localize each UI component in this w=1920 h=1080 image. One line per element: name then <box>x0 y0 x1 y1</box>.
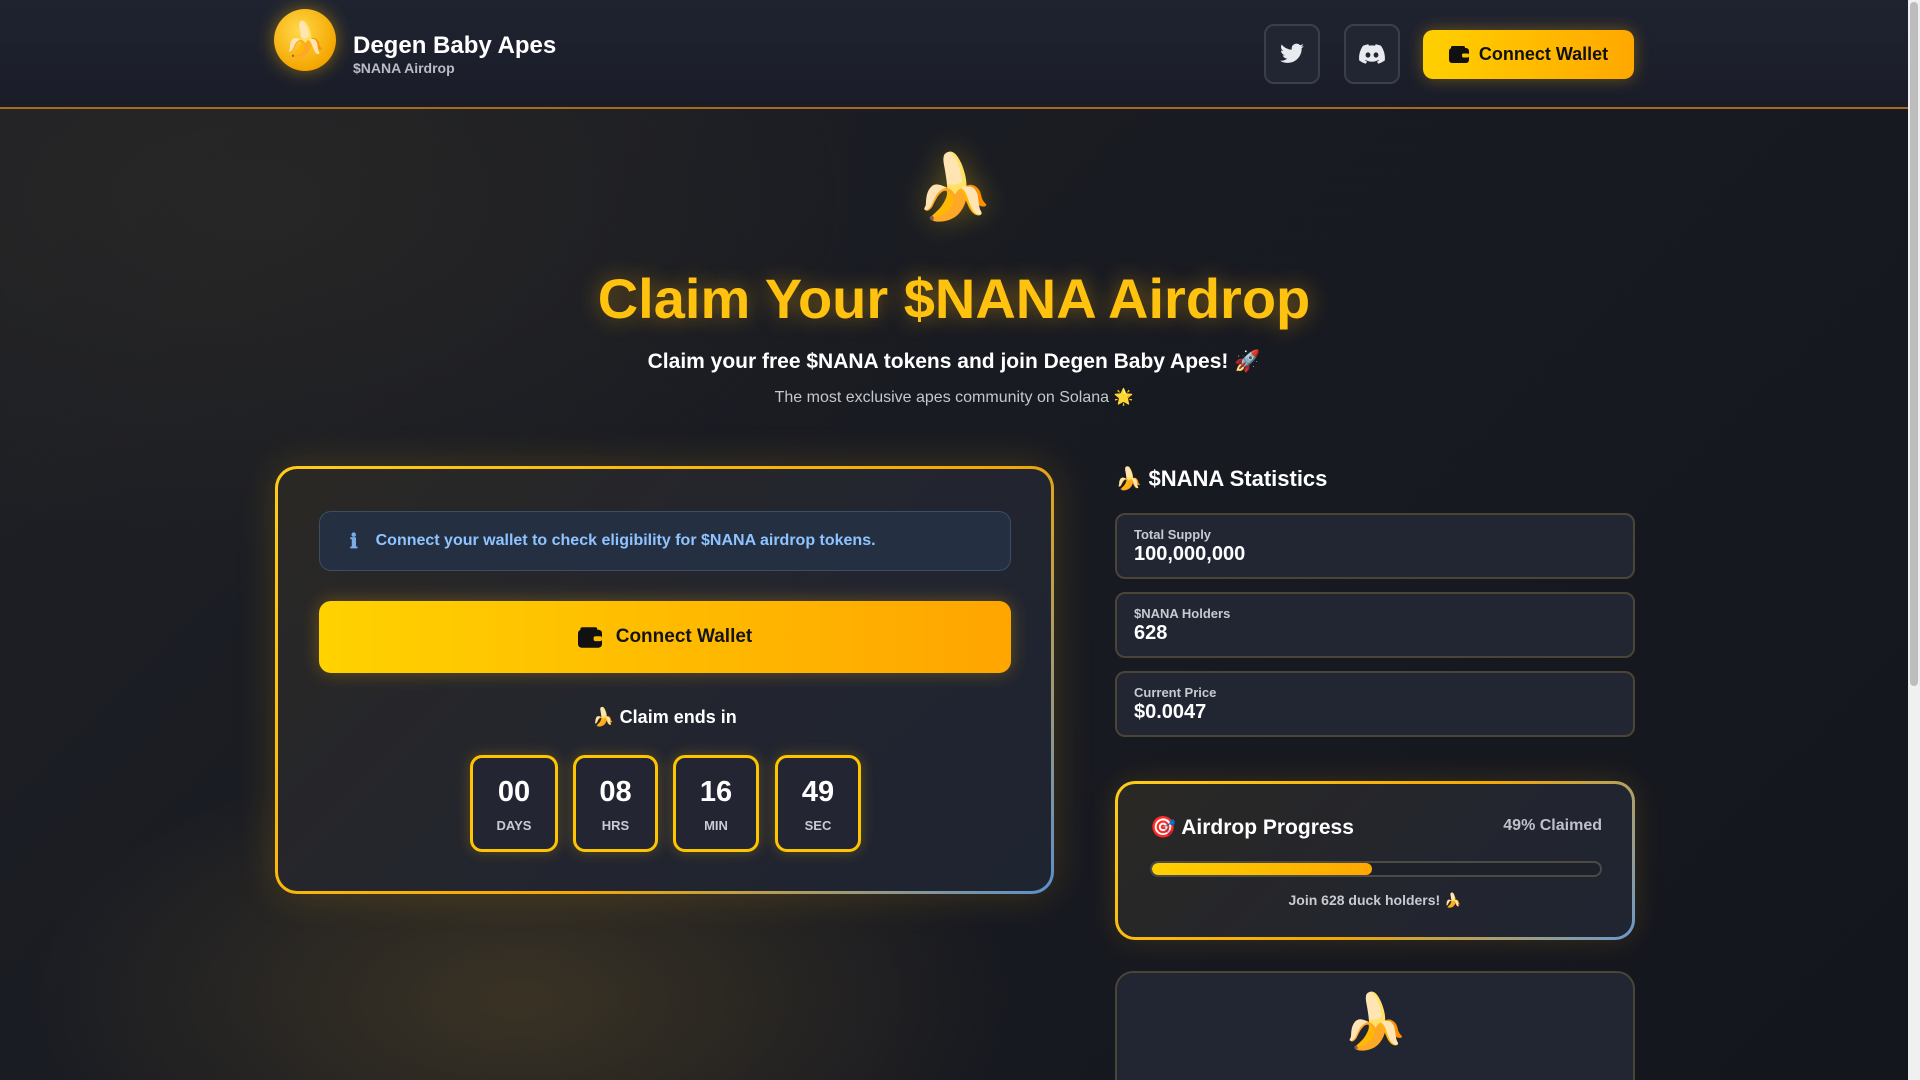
airdrop-claimed-percent: 49% Claimed <box>1503 817 1602 834</box>
top-header: 🍌 Degen Baby Apes $NANA Airdrop Connect … <box>0 0 1908 109</box>
header-connect-wallet-label: Connect Wallet <box>1478 44 1609 64</box>
countdown-days-label: DAYS <box>496 818 532 833</box>
airdrop-progress-fill <box>1152 863 1372 875</box>
banana-logo-icon[interactable]: 🍌 <box>274 9 336 71</box>
connect-wallet-label: Connect Wallet <box>615 626 753 647</box>
hero-title: Claim Your $NANA Airdrop <box>597 267 1311 330</box>
twitter-button[interactable] <box>1264 24 1320 84</box>
hero-tagline: The most exclusive apes community on Sol… <box>774 389 1134 406</box>
eligibility-info-box: ℹ Connect your wallet to check eligibili… <box>319 511 1011 571</box>
banana-promo-card: 🍌 <box>1115 971 1635 1080</box>
header-connect-wallet-button[interactable]: Connect Wallet <box>1423 30 1634 79</box>
stat-value: 100,000,000 <box>1134 543 1246 565</box>
countdown-minutes-label: MIN <box>704 818 728 833</box>
stat-value: 628 <box>1134 622 1168 644</box>
brand-subtitle: $NANA Airdrop <box>353 60 455 76</box>
brand-name: Degen Baby Apes <box>353 32 557 59</box>
airdrop-progress-body: 🎯 Airdrop Progress 49% Claimed Join 628 … <box>1118 784 1632 937</box>
countdown-minutes: 16 MIN <box>673 755 759 852</box>
stat-holders: $NANA Holders 628 <box>1115 592 1635 658</box>
banana-icon: 🍌 <box>1341 992 1409 1052</box>
scrollbar-thumb[interactable] <box>1910 2 1918 686</box>
airdrop-progress-card: 🎯 Airdrop Progress 49% Claimed Join 628 … <box>1115 781 1635 940</box>
eligibility-info-text: Connect your wallet to check eligibility… <box>375 532 876 549</box>
countdown-minutes-value: 16 <box>699 776 733 808</box>
connect-wallet-button[interactable]: Connect Wallet <box>319 601 1011 673</box>
countdown-days-value: 00 <box>497 776 531 808</box>
stat-label: $NANA Holders <box>1134 606 1231 621</box>
countdown-days: 00 DAYS <box>470 755 558 852</box>
airdrop-progress-note: Join 628 duck holders! 🍌 <box>1288 892 1462 908</box>
airdrop-progress-bar <box>1150 861 1602 877</box>
wallet-icon <box>577 626 602 648</box>
discord-button[interactable] <box>1344 24 1400 84</box>
stat-label: Current Price <box>1134 685 1217 700</box>
countdown-hours-value: 08 <box>599 776 632 808</box>
countdown-seconds: 49 SEC <box>775 755 861 852</box>
countdown-hours-label: HRS <box>601 818 630 833</box>
claim-card-body: ℹ Connect your wallet to check eligibili… <box>278 469 1051 891</box>
countdown-hours: 08 HRS <box>573 755 658 852</box>
statistics-title: 🍌 $NANA Statistics <box>1115 466 1328 491</box>
hero-banana-icon: 🍌 <box>914 151 994 223</box>
stat-label: Total Supply <box>1134 527 1212 542</box>
claim-card: ℹ Connect your wallet to check eligibili… <box>275 466 1054 894</box>
airdrop-progress-title: 🎯 Airdrop Progress <box>1150 816 1354 839</box>
claim-ends-label: 🍌 Claim ends in <box>592 707 737 727</box>
stat-current-price: Current Price $0.0047 <box>1115 671 1635 737</box>
info-icon: ℹ <box>350 529 358 553</box>
page-scrollbar[interactable] <box>1908 0 1920 1080</box>
twitter-icon <box>1280 43 1304 63</box>
countdown-seconds-value: 49 <box>801 776 835 808</box>
hero-subtitle: Claim your free $NANA tokens and join De… <box>647 350 1261 373</box>
countdown-seconds-label: SEC <box>804 818 832 833</box>
stat-total-supply: Total Supply 100,000,000 <box>1115 513 1635 579</box>
wallet-icon <box>1448 46 1469 63</box>
discord-icon <box>1359 44 1385 64</box>
stat-value: $0.0047 <box>1134 701 1207 723</box>
